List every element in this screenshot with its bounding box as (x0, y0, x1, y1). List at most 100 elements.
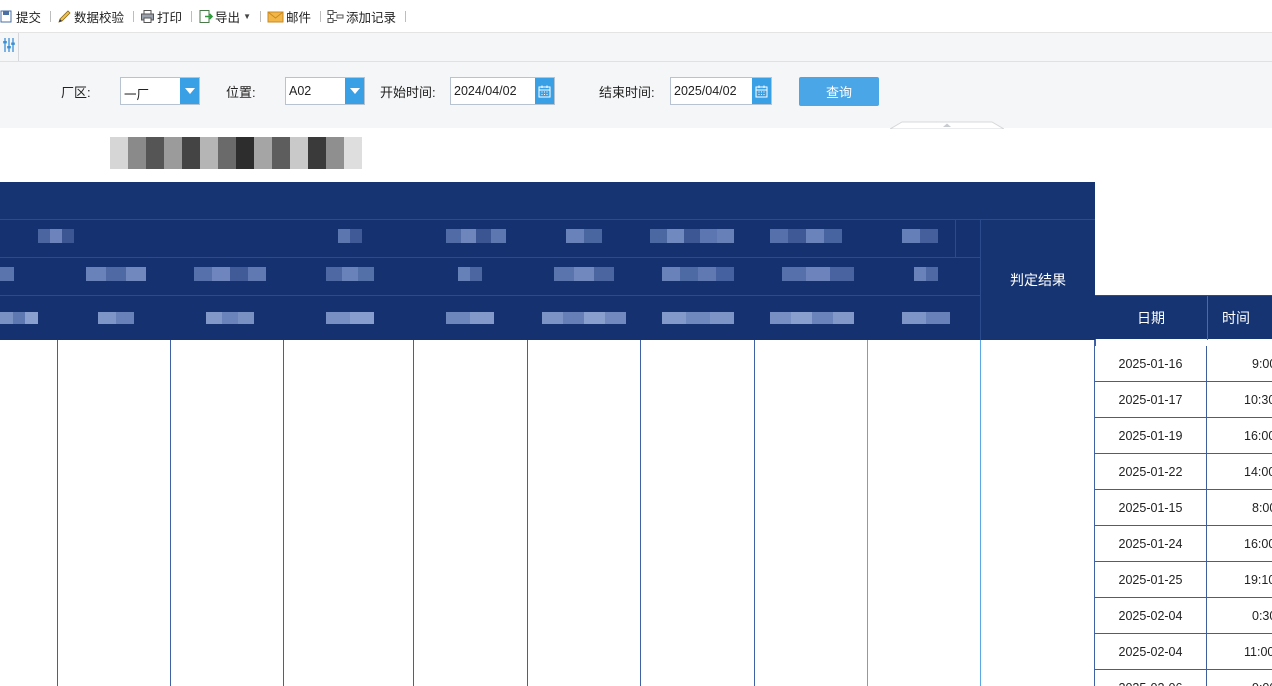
export-button[interactable]: 导出 ▼ (196, 6, 254, 26)
query-button[interactable]: 查询 (799, 77, 879, 106)
mail-icon (267, 9, 284, 24)
toolbar-divider (259, 10, 261, 22)
toolbar-divider (133, 10, 135, 22)
add-record-button[interactable]: 添加记录 (325, 6, 399, 26)
date-cell: 2025-02-04 (1095, 598, 1207, 633)
blurred-header (770, 229, 842, 243)
header-band (0, 182, 1095, 219)
header-divider (0, 295, 980, 296)
time-column-header: 时间 (1222, 310, 1250, 326)
table-row[interactable]: 2025-01-17 10:30 (1095, 382, 1272, 418)
header-divider (955, 219, 956, 257)
blurred-header (38, 229, 74, 243)
blurred-header (542, 312, 626, 324)
blurred-header (566, 229, 602, 243)
chevron-down-icon[interactable] (345, 78, 364, 104)
time-cell: 8:00 (1252, 500, 1272, 515)
blurred-header (0, 312, 39, 324)
export-label: 导出 (215, 10, 241, 25)
column-divider (527, 340, 528, 686)
time-cell: 14:00 (1244, 464, 1272, 479)
calendar-icon[interactable] (752, 78, 771, 104)
blurred-header (662, 267, 734, 281)
date-time-table: 日期 时间 2025-01-16 9:00 2025-01-17 10:30 2… (1095, 295, 1272, 686)
time-cell: 19:10 (1244, 572, 1272, 587)
blurred-header (914, 267, 938, 281)
blurred-header (902, 229, 938, 243)
report-table-body (0, 340, 1095, 686)
time-cell: 16:00 (1244, 428, 1272, 443)
time-cell: 9:00 (1252, 356, 1272, 371)
blurred-header (650, 229, 734, 243)
chevron-down-icon: ▼ (243, 11, 251, 21)
factory-select-value: 一厂 (124, 88, 150, 102)
date-cell: 2025-01-17 (1095, 382, 1207, 417)
blurred-header (194, 267, 266, 281)
time-cell: 9:00 (1207, 670, 1272, 686)
position-select-value: A02 (289, 84, 312, 98)
end-time-label: 结束时间: (599, 85, 655, 100)
table-row[interactable]: 2025-01-22 14:00 (1095, 454, 1272, 490)
toolbar-divider (50, 10, 52, 22)
blurred-header (98, 312, 134, 324)
table-row[interactable]: 2025-01-24 16:00 (1095, 526, 1272, 562)
header-divider (0, 257, 980, 258)
collapse-handle[interactable] (890, 121, 1004, 129)
factory-select[interactable]: 一厂 (120, 77, 200, 105)
print-button[interactable]: 打印 (138, 6, 185, 26)
print-label: 打印 (157, 10, 183, 25)
end-date-field[interactable]: 2025/04/02 (670, 77, 772, 105)
report-table-header: 判定结果 (0, 182, 1095, 340)
time-cell: 10:30 (1244, 392, 1272, 407)
toolbar-divider (405, 10, 407, 22)
data-validate-label: 数据校验 (74, 10, 125, 25)
date-cell: 2025-02-06 (1095, 670, 1207, 686)
time-cell: 11:00 (1244, 644, 1272, 659)
table-row[interactable]: 2025-02-06 9:00 (1095, 670, 1272, 686)
blurred-header (662, 312, 734, 324)
date-cell: 2025-01-15 (1095, 490, 1207, 525)
table-row[interactable]: 2025-02-04 11:00 (1095, 634, 1272, 670)
blurred-header (446, 312, 494, 324)
toolbar-divider (320, 10, 321, 22)
blurred-header (902, 312, 950, 324)
mail-button[interactable]: 邮件 (265, 6, 314, 26)
secondary-toolbar (0, 33, 1272, 62)
header-divider (0, 219, 1095, 220)
table-row[interactable]: 2025-01-16 9:00 (1095, 346, 1272, 382)
data-validate-button[interactable]: 数据校验 (55, 6, 127, 26)
sliders-icon (2, 37, 16, 58)
add-record-label: 添加记录 (346, 10, 397, 25)
table-row[interactable]: 2025-01-25 19:10 (1095, 562, 1272, 598)
filter-panel: 厂区: 一厂 位置: A02 开始时间: 2024/04/02 结束时间: 20… (0, 62, 1272, 128)
blurred-header (326, 267, 374, 281)
submit-button[interactable]: 提交 (0, 6, 44, 26)
table-row[interactable]: 2025-01-15 8:00 (1095, 490, 1272, 526)
date-cell: 2025-02-04 (1095, 634, 1207, 669)
pencil-icon (57, 9, 72, 24)
table-row[interactable]: 2025-02-04 0:30 (1095, 598, 1272, 634)
chevron-down-icon[interactable] (180, 78, 199, 104)
date-time-table-header: 日期 时间 (1095, 295, 1272, 340)
start-date-field[interactable]: 2024/04/02 (450, 77, 555, 105)
date-cell: 2025-01-16 (1095, 346, 1207, 381)
column-divider (754, 340, 755, 686)
table-row[interactable]: 2025-01-19 16:00 (1095, 418, 1272, 454)
blurred-header (554, 267, 614, 281)
end-date-value: 2025/04/02 (674, 84, 737, 98)
mail-label: 邮件 (285, 10, 311, 25)
date-cell: 2025-01-24 (1095, 526, 1207, 561)
blurred-header (770, 312, 854, 324)
date-column-header: 日期 (1137, 310, 1165, 326)
report-title-mosaic (110, 137, 362, 169)
column-divider (283, 340, 284, 686)
column-divider (980, 340, 981, 686)
date-cell: 2025-01-25 (1095, 562, 1207, 597)
time-cell: 16:00 (1244, 536, 1272, 551)
calendar-icon[interactable] (535, 78, 554, 104)
toolbar: 提交 数据校验 打印 导出 ▼ 邮件 添加记录 (0, 0, 1272, 33)
param-panel-toggle[interactable] (0, 33, 19, 61)
date-cell: 2025-01-22 (1095, 454, 1207, 489)
position-select[interactable]: A02 (285, 77, 365, 105)
blurred-header (458, 267, 482, 281)
